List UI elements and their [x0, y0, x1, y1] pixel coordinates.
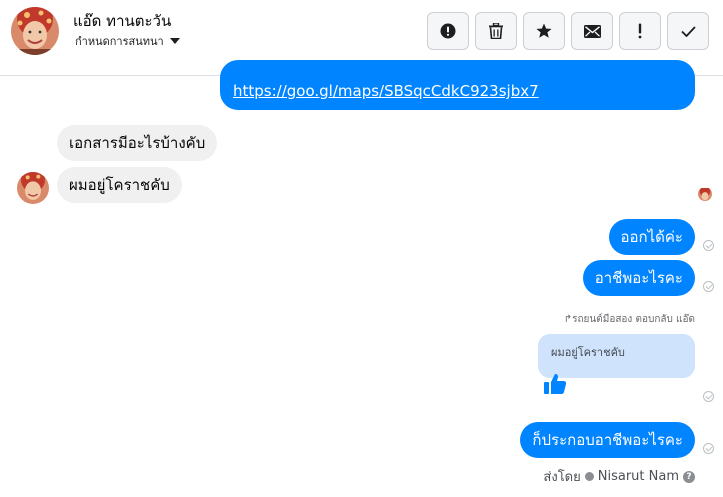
contact-name[interactable]: แอ๊ด ทานตะวัน: [73, 9, 171, 33]
outgoing-message: อาชีพอะไรคะ: [582, 260, 695, 296]
conversation-settings-dropdown[interactable]: กำหนดการสนทนา: [75, 32, 180, 50]
sent-check-icon: [703, 240, 714, 251]
outgoing-message: ออกได้ค่ะ: [608, 219, 695, 255]
maps-link[interactable]: https://goo.gl/maps/SBSqcCdkC923sjbx7: [233, 81, 539, 101]
sender-name[interactable]: Nisarut Nam: [598, 469, 679, 484]
reply-context-meta: ↱รถยนต์มือสอง ตอบกลับ แอ๊ด: [563, 314, 695, 325]
contact-avatar-small[interactable]: [17, 172, 49, 204]
incoming-message: ผมอยู่โคราชคับ: [57, 167, 182, 203]
thumbs-up-icon: [543, 372, 567, 400]
reply-arrow-icon: ↱: [563, 314, 573, 325]
conversation-settings-label: กำหนดการสนทนา: [75, 35, 164, 48]
sender-badge-icon: [584, 472, 594, 481]
sent-check-icon: [703, 391, 714, 402]
sent-check-icon: [703, 443, 714, 454]
sent-by-label: ส่งโดย: [543, 470, 581, 485]
seen-avatar: [698, 187, 712, 201]
report-button[interactable]: [427, 12, 469, 50]
chevron-down-icon: [169, 38, 180, 44]
checkmark-icon: [680, 25, 696, 37]
trash-icon: [489, 23, 503, 39]
delete-button[interactable]: [475, 12, 517, 50]
sent-by-info: ส่งโดย Nisarut Nam ?: [543, 466, 695, 487]
help-icon[interactable]: ?: [683, 470, 695, 483]
mark-unread-button[interactable]: [571, 12, 613, 50]
outgoing-link-message: https://goo.gl/maps/SBSqcCdkC923sjbx7: [220, 60, 695, 110]
done-button[interactable]: [667, 12, 709, 50]
envelope-icon: [583, 24, 601, 38]
contact-avatar[interactable]: [11, 7, 59, 55]
star-button[interactable]: [523, 12, 565, 50]
sent-check-icon: [703, 281, 714, 292]
action-toolbar: [427, 12, 709, 50]
incoming-message: เอกสารมีอะไรบ้างคับ: [57, 125, 218, 161]
exclamation-icon: [638, 23, 642, 39]
spam-button[interactable]: [619, 12, 661, 50]
outgoing-message: ก็ประกอบอาชีพอะไรคะ: [520, 422, 695, 458]
quoted-text: ผมอยู่โคราชคับ: [551, 346, 625, 359]
alert-circle-icon: [440, 23, 456, 39]
star-icon: [536, 23, 552, 38]
